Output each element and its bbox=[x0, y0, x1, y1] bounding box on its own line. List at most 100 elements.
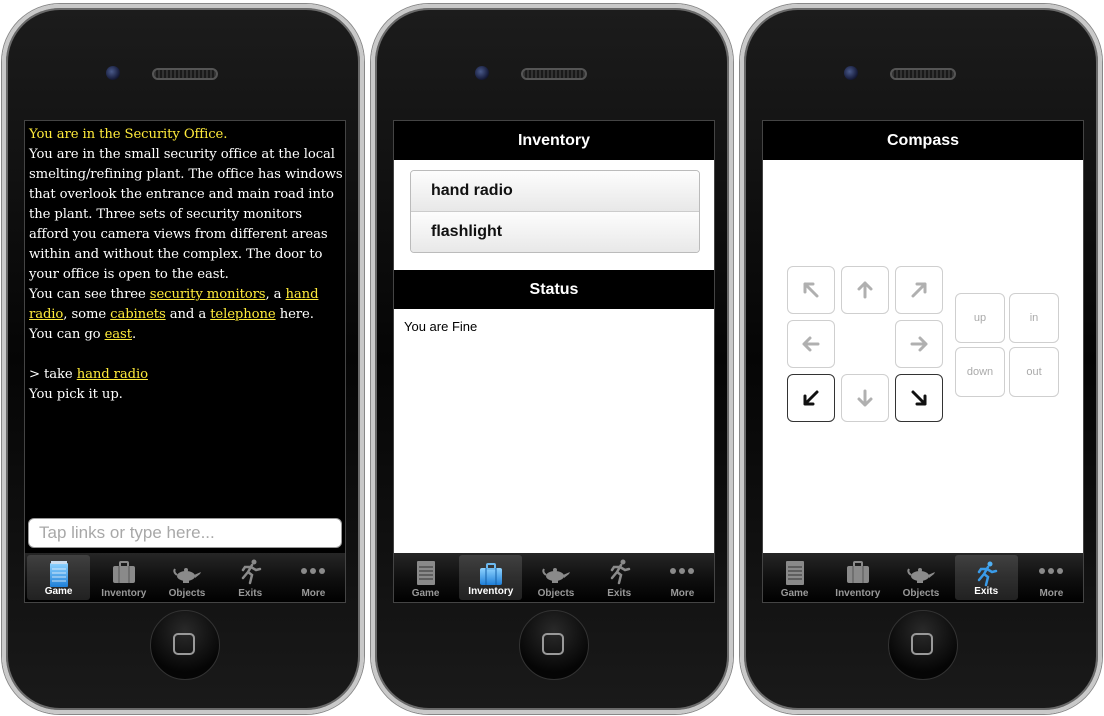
tab-exits[interactable]: Exits bbox=[954, 555, 1018, 600]
southeast-button[interactable] bbox=[895, 374, 943, 422]
more-dots-icon bbox=[1039, 568, 1064, 574]
phone-inventory: Inventory hand radio flashlight Status Y… bbox=[371, 4, 733, 714]
tab-label: Exits bbox=[974, 586, 999, 597]
game-screen: You are in the Security Office. You are … bbox=[24, 120, 346, 603]
tab-inventory[interactable]: Inventory bbox=[459, 555, 523, 600]
tab-game[interactable]: Game bbox=[394, 553, 457, 602]
tab-inventory[interactable]: Inventory bbox=[92, 553, 155, 602]
suitcase-icon bbox=[112, 561, 135, 583]
northwest-button[interactable] bbox=[787, 266, 835, 314]
room-description: You are in the small security office at … bbox=[29, 147, 343, 282]
inventory-header: Inventory bbox=[394, 121, 714, 160]
command-input[interactable]: Tap links or type here... bbox=[28, 518, 342, 548]
speaker bbox=[890, 68, 956, 80]
tab-more[interactable]: More bbox=[282, 553, 345, 602]
lamp-icon bbox=[907, 568, 935, 583]
camera bbox=[844, 66, 858, 80]
tab-exits[interactable]: Exits bbox=[219, 553, 282, 602]
out-button[interactable]: out bbox=[1009, 347, 1059, 397]
south-button[interactable] bbox=[841, 374, 889, 422]
tab-label: Objects bbox=[537, 588, 575, 599]
link-security-monitors[interactable]: security monitors bbox=[150, 287, 266, 302]
objects-line: You can see three security monitors, a h… bbox=[29, 285, 343, 325]
text: You can see three bbox=[29, 287, 150, 302]
tab-label: Objects bbox=[168, 588, 206, 599]
text: and a bbox=[165, 307, 211, 322]
status-header: Status bbox=[394, 270, 714, 309]
running-man-icon bbox=[610, 559, 631, 585]
notepad-icon bbox=[785, 561, 804, 585]
north-button[interactable] bbox=[841, 266, 889, 314]
up-button[interactable]: up bbox=[955, 293, 1005, 343]
tab-objects[interactable]: Objects bbox=[155, 553, 218, 602]
tab-label: More bbox=[670, 588, 695, 599]
arrow-north-icon bbox=[857, 281, 873, 299]
west-button[interactable] bbox=[787, 320, 835, 368]
inventory-screen: Inventory hand radio flashlight Status Y… bbox=[393, 120, 715, 603]
in-button[interactable]: in bbox=[1009, 293, 1059, 343]
exits-line: You can go east. bbox=[29, 325, 343, 345]
home-button[interactable] bbox=[888, 610, 958, 680]
text: , some bbox=[63, 307, 111, 322]
tab-label: Game bbox=[44, 586, 73, 597]
inventory-item-flashlight[interactable]: flashlight bbox=[411, 212, 699, 252]
room-title: You are in the Security Office. bbox=[29, 127, 228, 142]
tab-exits[interactable]: Exits bbox=[588, 553, 651, 602]
arrow-northeast-icon bbox=[911, 282, 927, 298]
phone-game: You are in the Security Office. You are … bbox=[2, 4, 364, 714]
inventory-item-hand-radio[interactable]: hand radio bbox=[411, 171, 699, 212]
command-line: > take hand radio bbox=[29, 365, 343, 385]
tab-game[interactable]: Game bbox=[763, 553, 826, 602]
tab-label: Exits bbox=[238, 588, 263, 599]
arrow-southeast-icon bbox=[911, 390, 927, 406]
lamp-icon bbox=[173, 568, 201, 583]
tab-bar: Game Inventory Objects Exits More bbox=[763, 553, 1083, 602]
down-button[interactable]: down bbox=[955, 347, 1005, 397]
lamp-icon bbox=[542, 568, 570, 583]
text: here. bbox=[275, 307, 314, 322]
tab-objects[interactable]: Objects bbox=[524, 553, 587, 602]
status-text: You are Fine bbox=[404, 319, 478, 334]
tab-more[interactable]: More bbox=[1020, 553, 1083, 602]
home-button[interactable] bbox=[519, 610, 589, 680]
text: . bbox=[131, 327, 137, 342]
running-man-icon bbox=[977, 561, 998, 587]
home-button[interactable] bbox=[150, 610, 220, 680]
arrow-southwest-icon bbox=[803, 390, 819, 406]
camera bbox=[106, 66, 120, 80]
link-cabinets[interactable]: cabinets bbox=[110, 307, 166, 322]
northeast-button[interactable] bbox=[895, 266, 943, 314]
tab-label: Inventory bbox=[468, 586, 514, 597]
tab-inventory[interactable]: Inventory bbox=[826, 553, 889, 602]
notepad-icon bbox=[49, 561, 68, 587]
compass-area: up in down out bbox=[763, 160, 1083, 553]
tab-label: Game bbox=[411, 588, 440, 599]
tab-label: Inventory bbox=[835, 588, 881, 599]
more-dots-icon bbox=[301, 568, 326, 574]
arrow-northwest-icon bbox=[803, 282, 819, 298]
speaker bbox=[521, 68, 587, 80]
east-button[interactable] bbox=[895, 320, 943, 368]
link-hand-radio-2[interactable]: hand radio bbox=[77, 367, 148, 382]
tab-game[interactable]: Game bbox=[27, 555, 91, 600]
suitcase-icon bbox=[479, 563, 502, 585]
tab-label: Exits bbox=[607, 588, 632, 599]
southwest-button[interactable] bbox=[787, 374, 835, 422]
tab-objects[interactable]: Objects bbox=[889, 553, 952, 602]
tab-label: Game bbox=[780, 588, 809, 599]
tab-bar: Game Inventory Objects Exits More bbox=[394, 553, 714, 602]
tab-more[interactable]: More bbox=[651, 553, 714, 602]
game-output: You are in the Security Office. You are … bbox=[29, 125, 343, 405]
speaker bbox=[152, 68, 218, 80]
status-area: You are Fine bbox=[394, 309, 714, 553]
arrow-west-icon bbox=[802, 336, 820, 352]
arrow-south-icon bbox=[857, 389, 873, 407]
compass-screen: Compass up in down out Game Inventory Ob… bbox=[762, 120, 1084, 603]
compass-header: Compass bbox=[763, 121, 1083, 160]
link-telephone[interactable]: telephone bbox=[210, 307, 276, 322]
arrow-east-icon bbox=[910, 336, 928, 352]
text: , a bbox=[265, 287, 286, 302]
link-east[interactable]: east bbox=[105, 327, 132, 342]
command-result: You pick it up. bbox=[29, 387, 123, 402]
tab-label: More bbox=[301, 588, 326, 599]
